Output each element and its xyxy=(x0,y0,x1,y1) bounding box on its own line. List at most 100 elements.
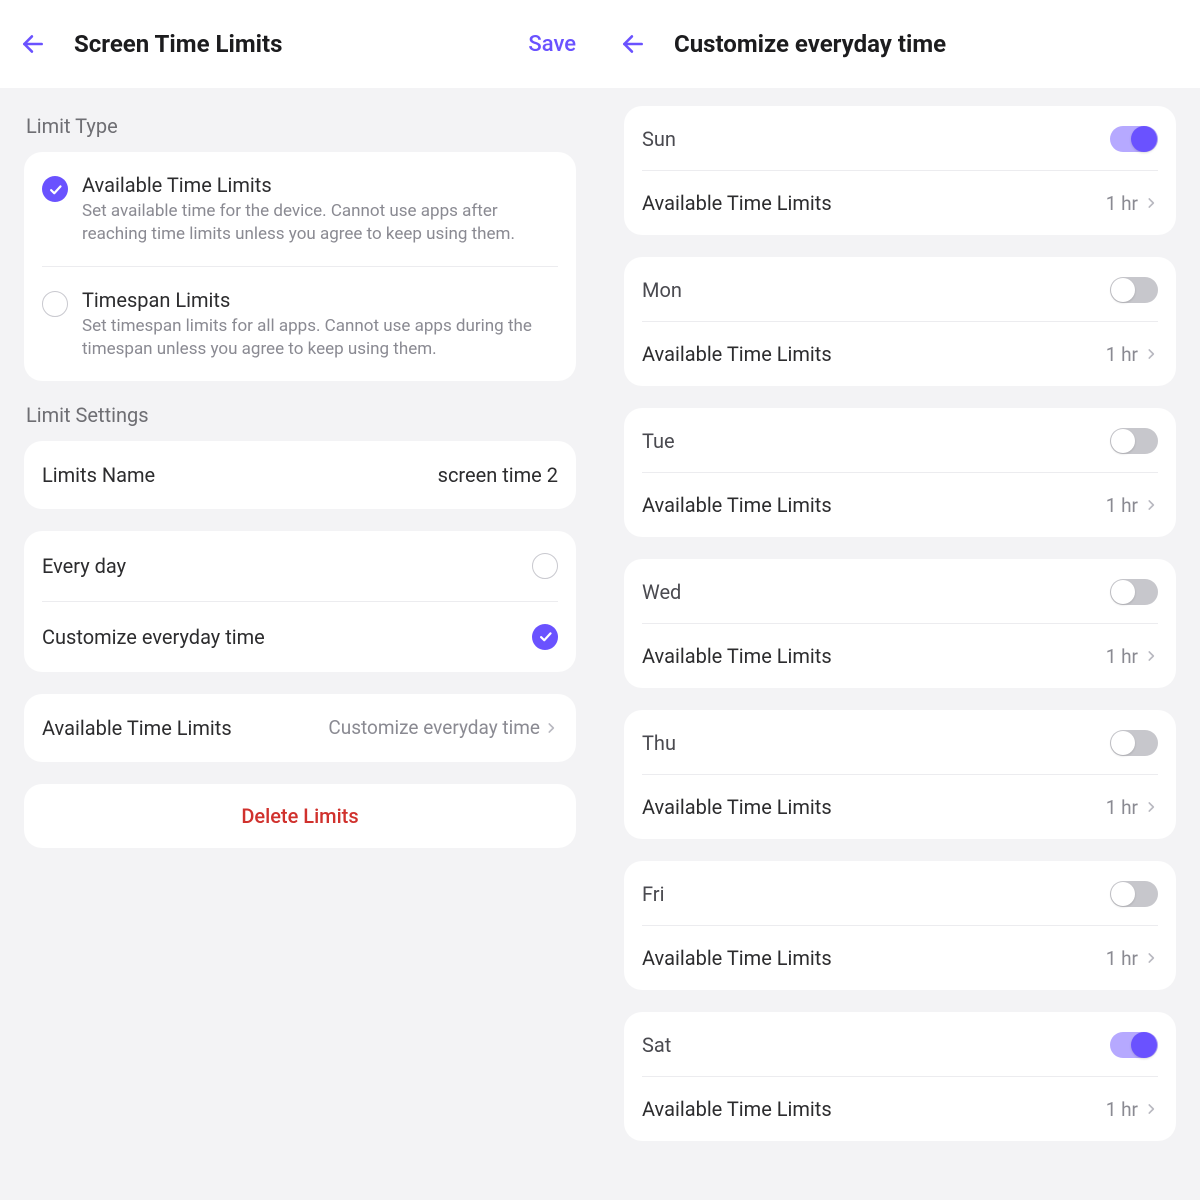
radio-checked-icon xyxy=(42,176,68,202)
limit-type-card: Available Time Limits Set available time… xyxy=(24,152,576,381)
every-day-row[interactable]: Every day xyxy=(42,531,558,601)
chevron-right-icon xyxy=(544,721,558,735)
day-row-value-wrap: 1 hr xyxy=(1106,947,1158,970)
day-row-value: 1 hr xyxy=(1106,192,1138,215)
day-row-label: Available Time Limits xyxy=(642,191,832,215)
day-row-value-wrap: 1 hr xyxy=(1106,796,1158,819)
day-row-value: 1 hr xyxy=(1106,645,1138,668)
customize-row[interactable]: Customize everyday time xyxy=(42,601,558,672)
day-row-value-wrap: 1 hr xyxy=(1106,1098,1158,1121)
switch-knob-icon xyxy=(1131,126,1157,152)
day-row-value: 1 hr xyxy=(1106,1098,1138,1121)
limit-type-heading: Limit Type xyxy=(26,114,576,138)
delete-limits-button[interactable]: Delete Limits xyxy=(24,784,576,848)
switch-knob-icon xyxy=(1111,882,1135,906)
day-toggle[interactable] xyxy=(1110,730,1158,756)
customize-label: Customize everyday time xyxy=(42,625,265,649)
day-body-row[interactable]: Available Time Limits 1 hr xyxy=(642,322,1158,386)
chevron-right-icon xyxy=(1144,1102,1158,1116)
option-timespan-limits[interactable]: Timespan Limits Set timespan limits for … xyxy=(42,266,558,381)
day-head: Sat xyxy=(642,1012,1158,1077)
day-card-sat: Sat Available Time Limits 1 hr xyxy=(624,1012,1176,1141)
header-left: Screen Time Limits Save xyxy=(0,0,600,88)
day-row-label: Available Time Limits xyxy=(642,493,832,517)
day-row-value-wrap: 1 hr xyxy=(1106,645,1158,668)
available-time-limits-row[interactable]: Available Time Limits Customize everyday… xyxy=(42,694,558,762)
day-row-value-wrap: 1 hr xyxy=(1106,343,1158,366)
day-name: Sun xyxy=(642,127,676,151)
day-toggle[interactable] xyxy=(1110,428,1158,454)
day-toggle[interactable] xyxy=(1110,1032,1158,1058)
switch-knob-icon xyxy=(1111,731,1135,755)
save-button[interactable]: Save xyxy=(528,32,580,57)
chevron-right-icon xyxy=(1144,800,1158,814)
day-row-value: 1 hr xyxy=(1106,796,1138,819)
day-name: Tue xyxy=(642,429,675,453)
day-body-row[interactable]: Available Time Limits 1 hr xyxy=(642,1077,1158,1141)
back-button[interactable] xyxy=(620,22,664,66)
switch-knob-icon xyxy=(1111,429,1135,453)
day-toggle[interactable] xyxy=(1110,126,1158,152)
atl-value-wrap: Customize everyday time xyxy=(328,716,558,739)
day-row-label: Available Time Limits xyxy=(642,644,832,668)
day-body-row[interactable]: Available Time Limits 1 hr xyxy=(642,926,1158,990)
day-head: Wed xyxy=(642,559,1158,624)
chevron-right-icon xyxy=(1144,498,1158,512)
limits-name-row[interactable]: Limits Name screen time 2 xyxy=(42,441,558,509)
page-title: Screen Time Limits xyxy=(74,30,528,58)
day-name: Sat xyxy=(642,1033,671,1057)
option-title: Available Time Limits xyxy=(82,172,558,198)
chevron-right-icon xyxy=(1144,196,1158,210)
day-row-value: 1 hr xyxy=(1106,494,1138,517)
day-head: Tue xyxy=(642,408,1158,473)
arrow-left-icon xyxy=(620,31,646,57)
day-toggle[interactable] xyxy=(1110,277,1158,303)
day-row-value-wrap: 1 hr xyxy=(1106,494,1158,517)
day-name: Fri xyxy=(642,882,664,906)
day-card-wed: Wed Available Time Limits 1 hr xyxy=(624,559,1176,688)
page-title: Customize everyday time xyxy=(674,30,1180,58)
day-head: Thu xyxy=(642,710,1158,775)
option-desc: Set timespan limits for all apps. Cannot… xyxy=(82,315,558,361)
back-button[interactable] xyxy=(20,22,64,66)
day-body-row[interactable]: Available Time Limits 1 hr xyxy=(642,473,1158,537)
day-body-row[interactable]: Available Time Limits1 hr xyxy=(642,775,1158,839)
day-toggle[interactable] xyxy=(1110,579,1158,605)
day-head: Fri xyxy=(642,861,1158,926)
limits-name-value: screen time 2 xyxy=(438,463,558,487)
customize-everyday-time-pane: Customize everyday time Sun Available Tim… xyxy=(600,0,1200,1200)
left-content: Limit Type Available Time Limits Set ava… xyxy=(0,88,600,1200)
limits-name-label: Limits Name xyxy=(42,463,155,487)
available-time-limits-card: Available Time Limits Customize everyday… xyxy=(24,694,576,762)
day-card-sun: Sun Available Time Limits 1 hr xyxy=(624,106,1176,235)
day-body-row[interactable]: Available Time Limits 1 hr xyxy=(642,171,1158,235)
header-right: Customize everyday time xyxy=(600,0,1200,88)
limit-settings-heading: Limit Settings xyxy=(26,403,576,427)
day-card-mon: Mon Available Time Limits 1 hr xyxy=(624,257,1176,386)
option-desc: Set available time for the device. Canno… xyxy=(82,200,558,246)
day-card-tue: Tue Available Time Limits 1 hr xyxy=(624,408,1176,537)
day-toggle[interactable] xyxy=(1110,881,1158,907)
option-available-time-limits[interactable]: Available Time Limits Set available time… xyxy=(42,152,558,266)
every-day-label: Every day xyxy=(42,554,126,578)
day-row-label: Available Time Limits xyxy=(642,946,832,970)
switch-knob-icon xyxy=(1111,580,1135,604)
day-body-row[interactable]: Available Time Limits 1 hr xyxy=(642,624,1158,688)
day-head: Sun xyxy=(642,106,1158,171)
arrow-left-icon xyxy=(20,31,46,57)
day-name: Wed xyxy=(642,580,681,604)
screen-time-limits-pane: Screen Time Limits Save Limit Type Avail… xyxy=(0,0,600,1200)
day-name: Thu xyxy=(642,731,676,755)
day-row-label: Available Time Limits xyxy=(642,1097,832,1121)
radio-unchecked-icon xyxy=(42,291,68,317)
radio-checked-icon xyxy=(532,624,558,650)
day-row-label: Available Time Limits xyxy=(642,342,832,366)
option-title: Timespan Limits xyxy=(82,287,558,313)
day-name: Mon xyxy=(642,278,682,302)
day-row-value: 1 hr xyxy=(1106,343,1138,366)
atl-value: Customize everyday time xyxy=(328,716,540,739)
day-card-fri: Fri Available Time Limits 1 hr xyxy=(624,861,1176,990)
chevron-right-icon xyxy=(1144,347,1158,361)
option-text: Timespan Limits Set timespan limits for … xyxy=(82,287,558,361)
option-text: Available Time Limits Set available time… xyxy=(82,172,558,246)
